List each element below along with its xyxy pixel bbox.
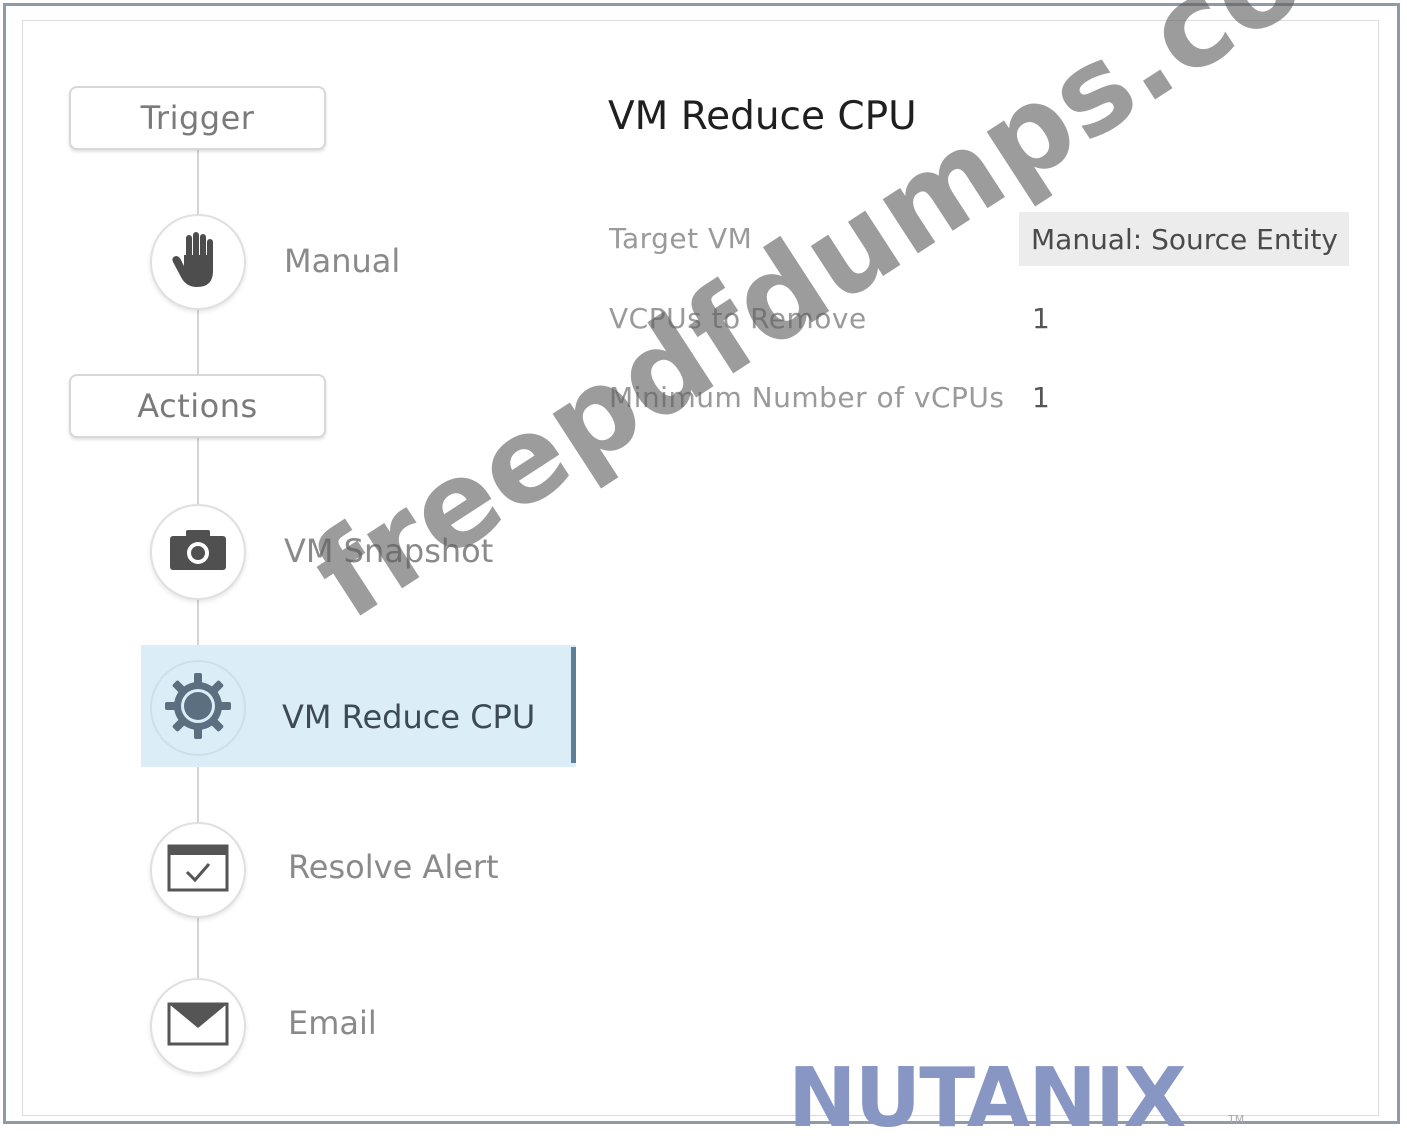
nutanix-logo: NUTANIX xyxy=(788,1051,1187,1146)
action-email-step[interactable] xyxy=(150,978,246,1074)
trigger-manual-label[interactable]: Manual xyxy=(284,242,400,280)
selected-action-indicator xyxy=(571,647,576,763)
action-vm-reduce-cpu-label[interactable]: VM Reduce CPU xyxy=(282,698,535,736)
envelope-icon xyxy=(167,1002,229,1050)
gear-icon xyxy=(163,671,233,745)
actions-section-header: Actions xyxy=(69,374,326,438)
vcpus-to-remove-label: VCPUs to Remove xyxy=(609,302,867,335)
action-resolve-alert-label[interactable]: Resolve Alert xyxy=(288,848,499,886)
trigger-manual-step[interactable] xyxy=(150,214,246,310)
target-vm-label: Target VM xyxy=(609,222,753,255)
minimum-vcpus-value[interactable]: 1 xyxy=(1032,381,1050,414)
action-vm-reduce-cpu-step[interactable] xyxy=(150,660,246,756)
target-vm-field[interactable]: Manual: Source Entity xyxy=(1019,212,1349,266)
detail-title: VM Reduce CPU xyxy=(608,94,917,139)
minimum-vcpus-label: Minimum Number of vCPUs xyxy=(609,381,1005,414)
trigger-section-header: Trigger xyxy=(69,86,326,150)
hand-icon xyxy=(170,231,226,293)
camera-icon xyxy=(168,528,228,576)
action-vm-snapshot-label[interactable]: VM Snapshot xyxy=(284,532,493,570)
action-vm-snapshot-step[interactable] xyxy=(150,504,246,600)
vcpus-to-remove-value[interactable]: 1 xyxy=(1032,302,1050,335)
action-email-label[interactable]: Email xyxy=(288,1004,377,1042)
logo-trademark: TM xyxy=(1228,1113,1245,1126)
checkbox-window-icon xyxy=(167,844,229,896)
action-resolve-alert-step[interactable] xyxy=(150,822,246,918)
